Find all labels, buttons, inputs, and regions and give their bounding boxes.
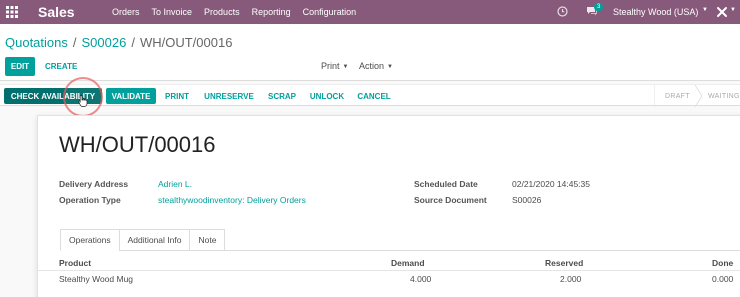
breadcrumb-sale-order[interactable]: S00026 <box>82 35 127 50</box>
breadcrumb-current: WH/OUT/00016 <box>139 35 233 50</box>
debug-icon[interactable] <box>716 6 728 18</box>
menu-item-configuration[interactable]: Configuration <box>303 7 357 17</box>
stage-arrow-icon <box>694 85 703 107</box>
menu-item-to-invoice[interactable]: To Invoice <box>152 7 193 17</box>
row-demand: 4.000 <box>410 274 432 284</box>
control-panel: Quotations / S00026 / WH/OUT/00016 EDIT CREA… <box>0 24 740 81</box>
print-dropdown-label: Print <box>321 61 340 71</box>
tab-note[interactable]: Note <box>189 229 226 251</box>
stage-draft[interactable]: DRAFT <box>665 85 690 107</box>
menu-item-reporting[interactable]: Reporting <box>252 7 291 17</box>
chevron-down-icon[interactable]: ▼ <box>702 7 708 13</box>
chevron-down-icon[interactable]: ▼ <box>730 7 736 13</box>
menu-item-orders[interactable]: Orders <box>112 7 140 17</box>
main-menu: Orders To Invoice Products Reporting Con… <box>112 0 368 24</box>
scheduled-date-value: 02/21/2020 14:45:35 <box>512 179 590 189</box>
breadcrumb-separator: / <box>131 35 135 50</box>
tab-operations[interactable]: Operations <box>60 229 120 251</box>
caret-down-icon: ▼ <box>342 64 349 70</box>
row-product: Stealthy Wood Mug <box>59 274 134 284</box>
document-title: WH/OUT/00016 <box>59 132 216 157</box>
column-header-demand[interactable]: Demand <box>391 258 425 268</box>
print-button[interactable]: PRINT <box>162 88 192 104</box>
edit-button[interactable]: EDIT <box>5 57 35 76</box>
breadcrumb-quotations[interactable]: Quotations <box>5 35 68 50</box>
delivery-address-value[interactable]: Adrien L. <box>158 179 192 189</box>
notebook-tabs: Operations Additional Info Note <box>60 229 226 251</box>
stage-waiting[interactable]: WAITING <box>708 85 740 107</box>
operation-type-label: Operation Type <box>59 195 121 205</box>
source-document-value: S00026 <box>512 195 542 205</box>
column-header-done[interactable]: Done <box>712 258 733 268</box>
action-dropdown[interactable]: Action ▼ <box>359 61 393 71</box>
cancel-button[interactable]: CANCEL <box>356 88 392 104</box>
stage-pipeline: DRAFT WAITING <box>654 85 740 107</box>
scrap-button[interactable]: SCRAP <box>266 88 298 104</box>
unreserve-button[interactable]: UNRESERVE <box>203 88 255 104</box>
create-button[interactable]: CREATE <box>45 57 77 76</box>
app-title: Sales <box>38 4 75 20</box>
stage-separator-icon <box>654 85 655 107</box>
source-document-label: Source Document <box>414 195 487 205</box>
chat-count-badge: 3 <box>594 3 604 11</box>
row-reserved: 2.000 <box>560 274 582 284</box>
table-header: Product Demand Reserved Done <box>38 255 740 270</box>
scheduled-date-label: Scheduled Date <box>414 179 478 189</box>
operation-type-value[interactable]: stealthywoodinventory: Delivery Orders <box>158 195 306 205</box>
validate-button[interactable]: VALIDATE <box>106 88 156 104</box>
apps-grid-icon[interactable] <box>6 6 18 18</box>
company-switcher[interactable]: Stealthy Wood (USA) <box>613 7 698 17</box>
mouse-cursor-icon <box>78 95 88 107</box>
column-header-reserved[interactable]: Reserved <box>545 258 583 268</box>
action-dropdown-label: Action <box>359 61 385 71</box>
column-header-product[interactable]: Product <box>59 258 91 268</box>
tab-additional-info[interactable]: Additional Info <box>118 229 191 251</box>
row-done: 0.000 <box>712 274 734 284</box>
form-sheet: WH/OUT/00016 Delivery Address Adrien L. … <box>37 115 740 297</box>
clock-icon[interactable] <box>557 6 568 17</box>
delivery-address-label: Delivery Address <box>59 179 129 189</box>
breadcrumb: Quotations / S00026 / WH/OUT/00016 <box>5 35 232 51</box>
top-navbar: Sales Orders To Invoice Products Reporti… <box>0 0 740 24</box>
table-row[interactable]: Stealthy Wood Mug 4.000 2.000 0.000 <box>38 270 740 287</box>
form-statusbar: CHECK AVAILABILITY VALIDATE PRINT UNRESE… <box>0 84 740 107</box>
menu-item-products[interactable]: Products <box>204 7 240 17</box>
print-dropdown[interactable]: Print ▼ <box>321 61 348 71</box>
caret-down-icon: ▼ <box>387 64 393 70</box>
breadcrumb-separator: / <box>72 35 77 50</box>
unlock-button[interactable]: UNLOCK <box>309 88 345 104</box>
